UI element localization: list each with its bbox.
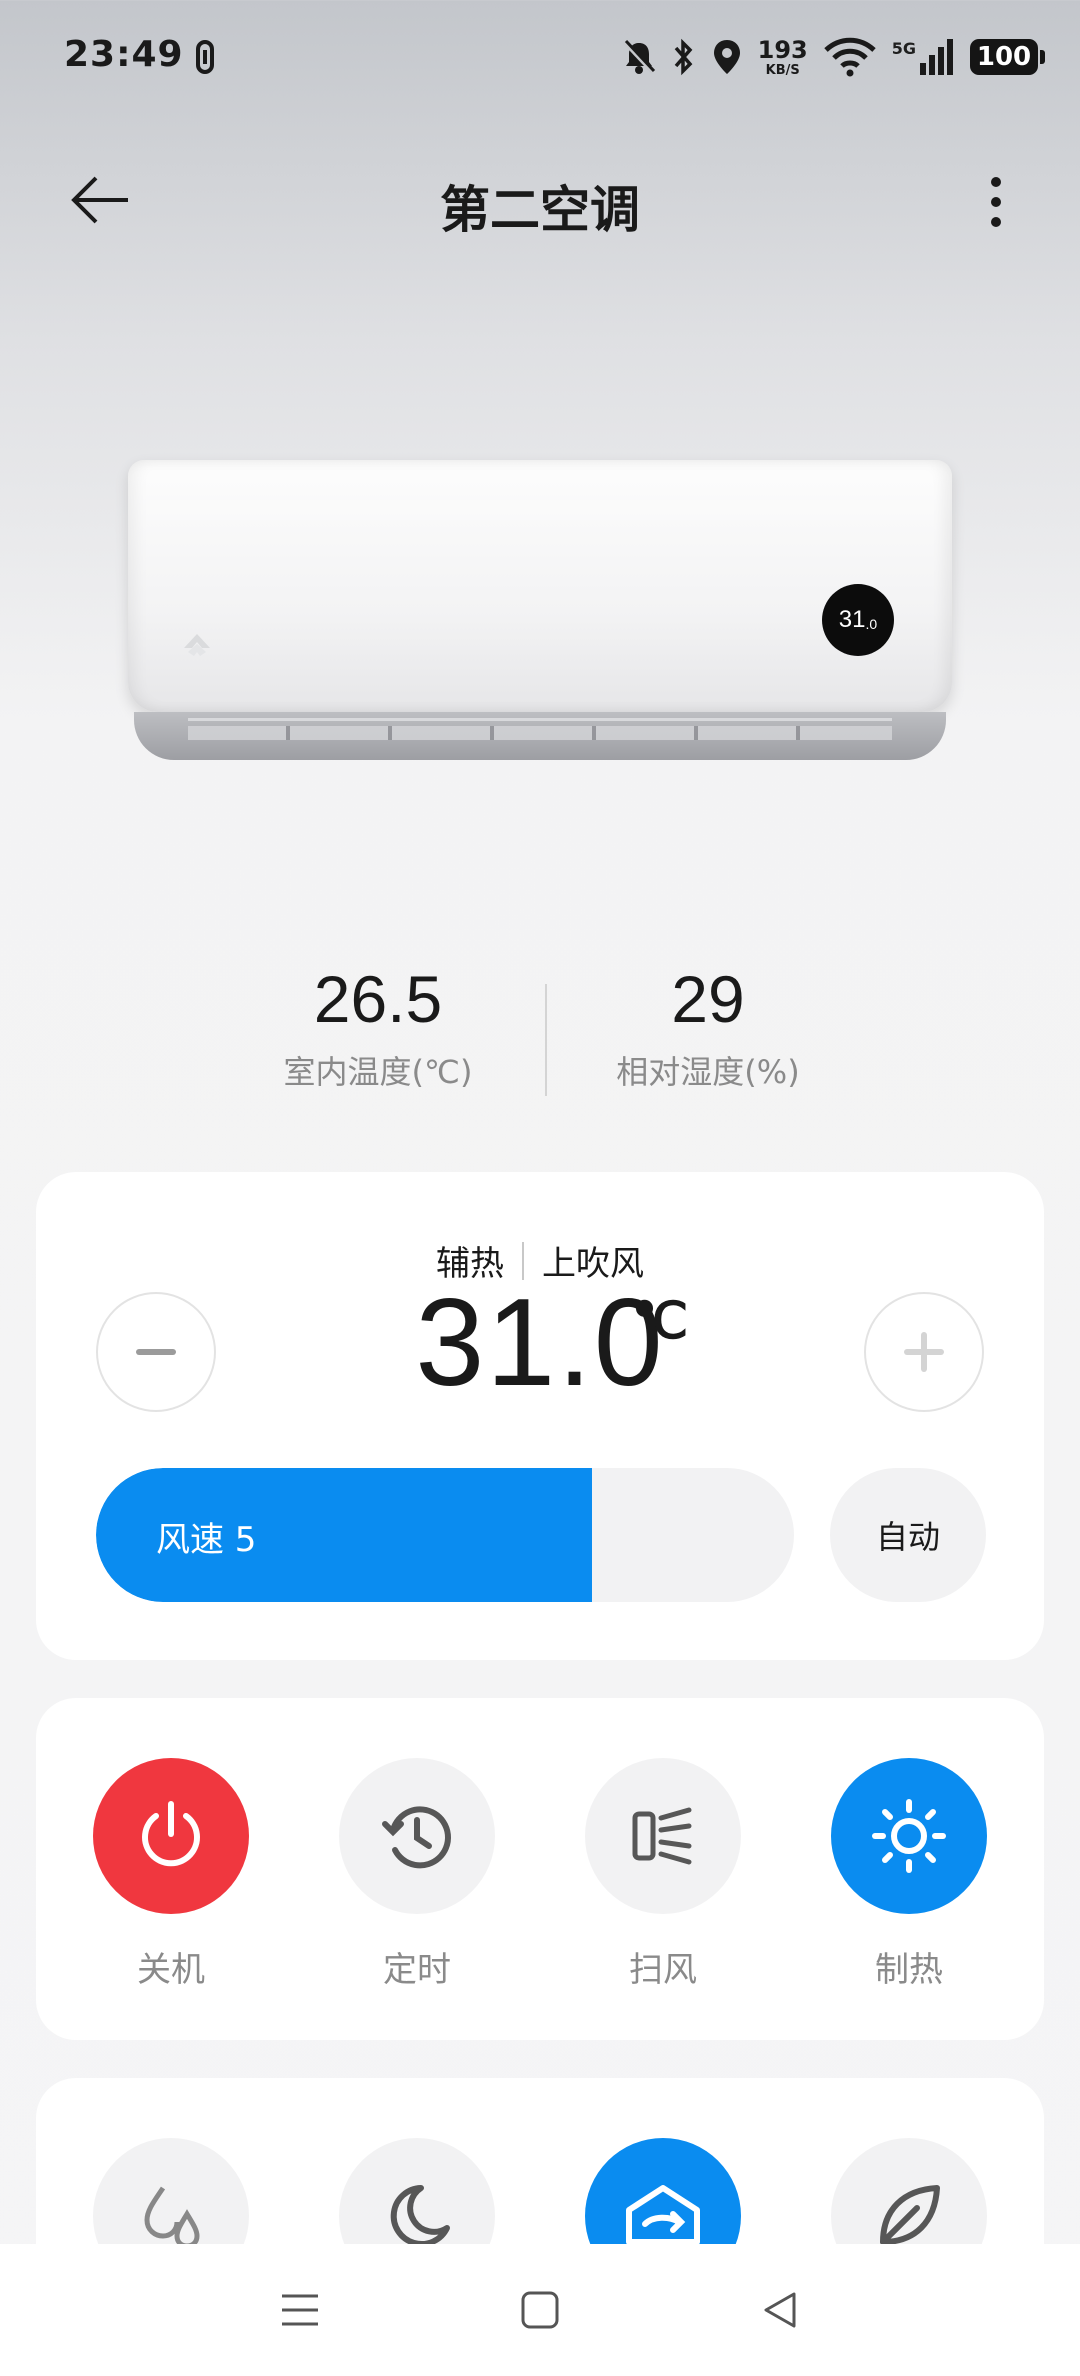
timer-label: 定时 <box>383 1950 451 1990</box>
set-temperature-value: 31.0 <box>415 1274 665 1412</box>
leaf-icon <box>880 2185 940 2245</box>
sun-icon <box>872 1799 946 1873</box>
ac-logo-icon <box>184 634 210 656</box>
auto-fan-button[interactable]: 自动 <box>830 1468 986 1602</box>
signal-icon: 5G <box>892 39 954 75</box>
plus-icon <box>904 1332 944 1372</box>
bluetooth-icon <box>674 38 693 76</box>
swing-up-icon <box>626 2185 700 2245</box>
network-type: 5G <box>891 39 916 58</box>
fan-speed-label: 风速 5 <box>156 1520 257 1560</box>
net-speed-value: 193 <box>757 35 808 64</box>
battery-indicator: 100 <box>970 39 1045 75</box>
indoor-temp-value: 26.5 <box>313 962 443 1036</box>
power-icon <box>142 1801 200 1867</box>
status-bar: 23:49 193 KB/S 5G 100 <box>0 0 1080 118</box>
ac-louver-slats <box>188 726 892 740</box>
app-bar: 第二空调 <box>0 150 1080 250</box>
power-off-label: 关机 <box>137 1950 205 1990</box>
net-speed-unit: KB/S <box>765 62 800 78</box>
power-circle <box>93 1758 249 1914</box>
more-vertical-icon <box>991 177 1001 227</box>
ac-display-decimal: .0 <box>865 616 878 632</box>
increase-temp-button[interactable] <box>864 1292 984 1412</box>
ac-unit-illustration: 31.0 <box>128 460 952 766</box>
link-icon <box>196 40 214 74</box>
swing-label: 扫风 <box>629 1950 697 1990</box>
power-off-button[interactable]: 关机 <box>91 1758 251 1991</box>
swing-button[interactable]: 扫风 <box>583 1758 743 1991</box>
net-speed: 193 KB/S <box>758 38 808 77</box>
heat-label: 制热 <box>875 1950 943 1990</box>
heat-mode-button[interactable]: 制热 <box>829 1758 989 1991</box>
modes-card: 关机 定时 扫风 制热 <box>36 1698 1044 2040</box>
readings: 26.5 室内温度(℃) 29 相对湿度(%) <box>0 960 1080 1120</box>
indoor-temp-label: 室内温度(℃) <box>283 1053 473 1092</box>
humidity-value: 29 <box>671 962 745 1036</box>
status-icons: 193 KB/S 5G 100 <box>622 32 1045 82</box>
home-square-icon <box>521 2291 559 2329</box>
timer-circle <box>339 1758 495 1914</box>
dehumidify-icon <box>144 2186 200 2249</box>
ac-display: 31.0 <box>822 584 894 656</box>
timer-button[interactable]: 定时 <box>337 1758 497 1991</box>
swing-circle <box>585 1758 741 1914</box>
humidity-reading: 29 相对湿度(%) <box>558 960 858 1093</box>
set-temperature-unit: ℃ <box>632 1293 689 1349</box>
indoor-temp-reading: 26.5 室内温度(℃) <box>228 960 528 1093</box>
heat-circle <box>831 1758 987 1914</box>
swing-icon <box>632 1807 692 1865</box>
menu-button[interactable] <box>270 2280 330 2340</box>
home-button[interactable] <box>510 2280 570 2340</box>
ac-display-value: 31 <box>838 606 866 633</box>
menu-icon <box>282 2294 318 2326</box>
location-icon <box>713 40 740 74</box>
fan-speed-slider[interactable]: 风速 5 <box>96 1468 794 1602</box>
back-triangle-icon <box>764 2292 796 2328</box>
readings-divider <box>545 984 547 1096</box>
mode-grid: 关机 定时 扫风 制热 <box>36 1758 1044 1991</box>
system-back-button[interactable] <box>750 2280 810 2340</box>
timer-icon <box>382 1806 451 1869</box>
page-title: 第二空调 <box>440 181 640 239</box>
status-time: 23:49 <box>64 34 184 75</box>
mute-bell-icon <box>622 39 655 74</box>
ac-body <box>128 460 952 712</box>
moon-icon <box>390 2185 450 2247</box>
humidity-label: 相对湿度(%) <box>616 1053 800 1092</box>
wifi-icon <box>824 37 876 77</box>
signal-bars <box>920 39 953 75</box>
more-button[interactable] <box>966 170 1026 234</box>
system-nav-bar <box>0 2244 1080 2376</box>
temperature-card: 辅热 上吹风 31.0 ℃ 风速 5 自动 <box>36 1172 1044 1660</box>
